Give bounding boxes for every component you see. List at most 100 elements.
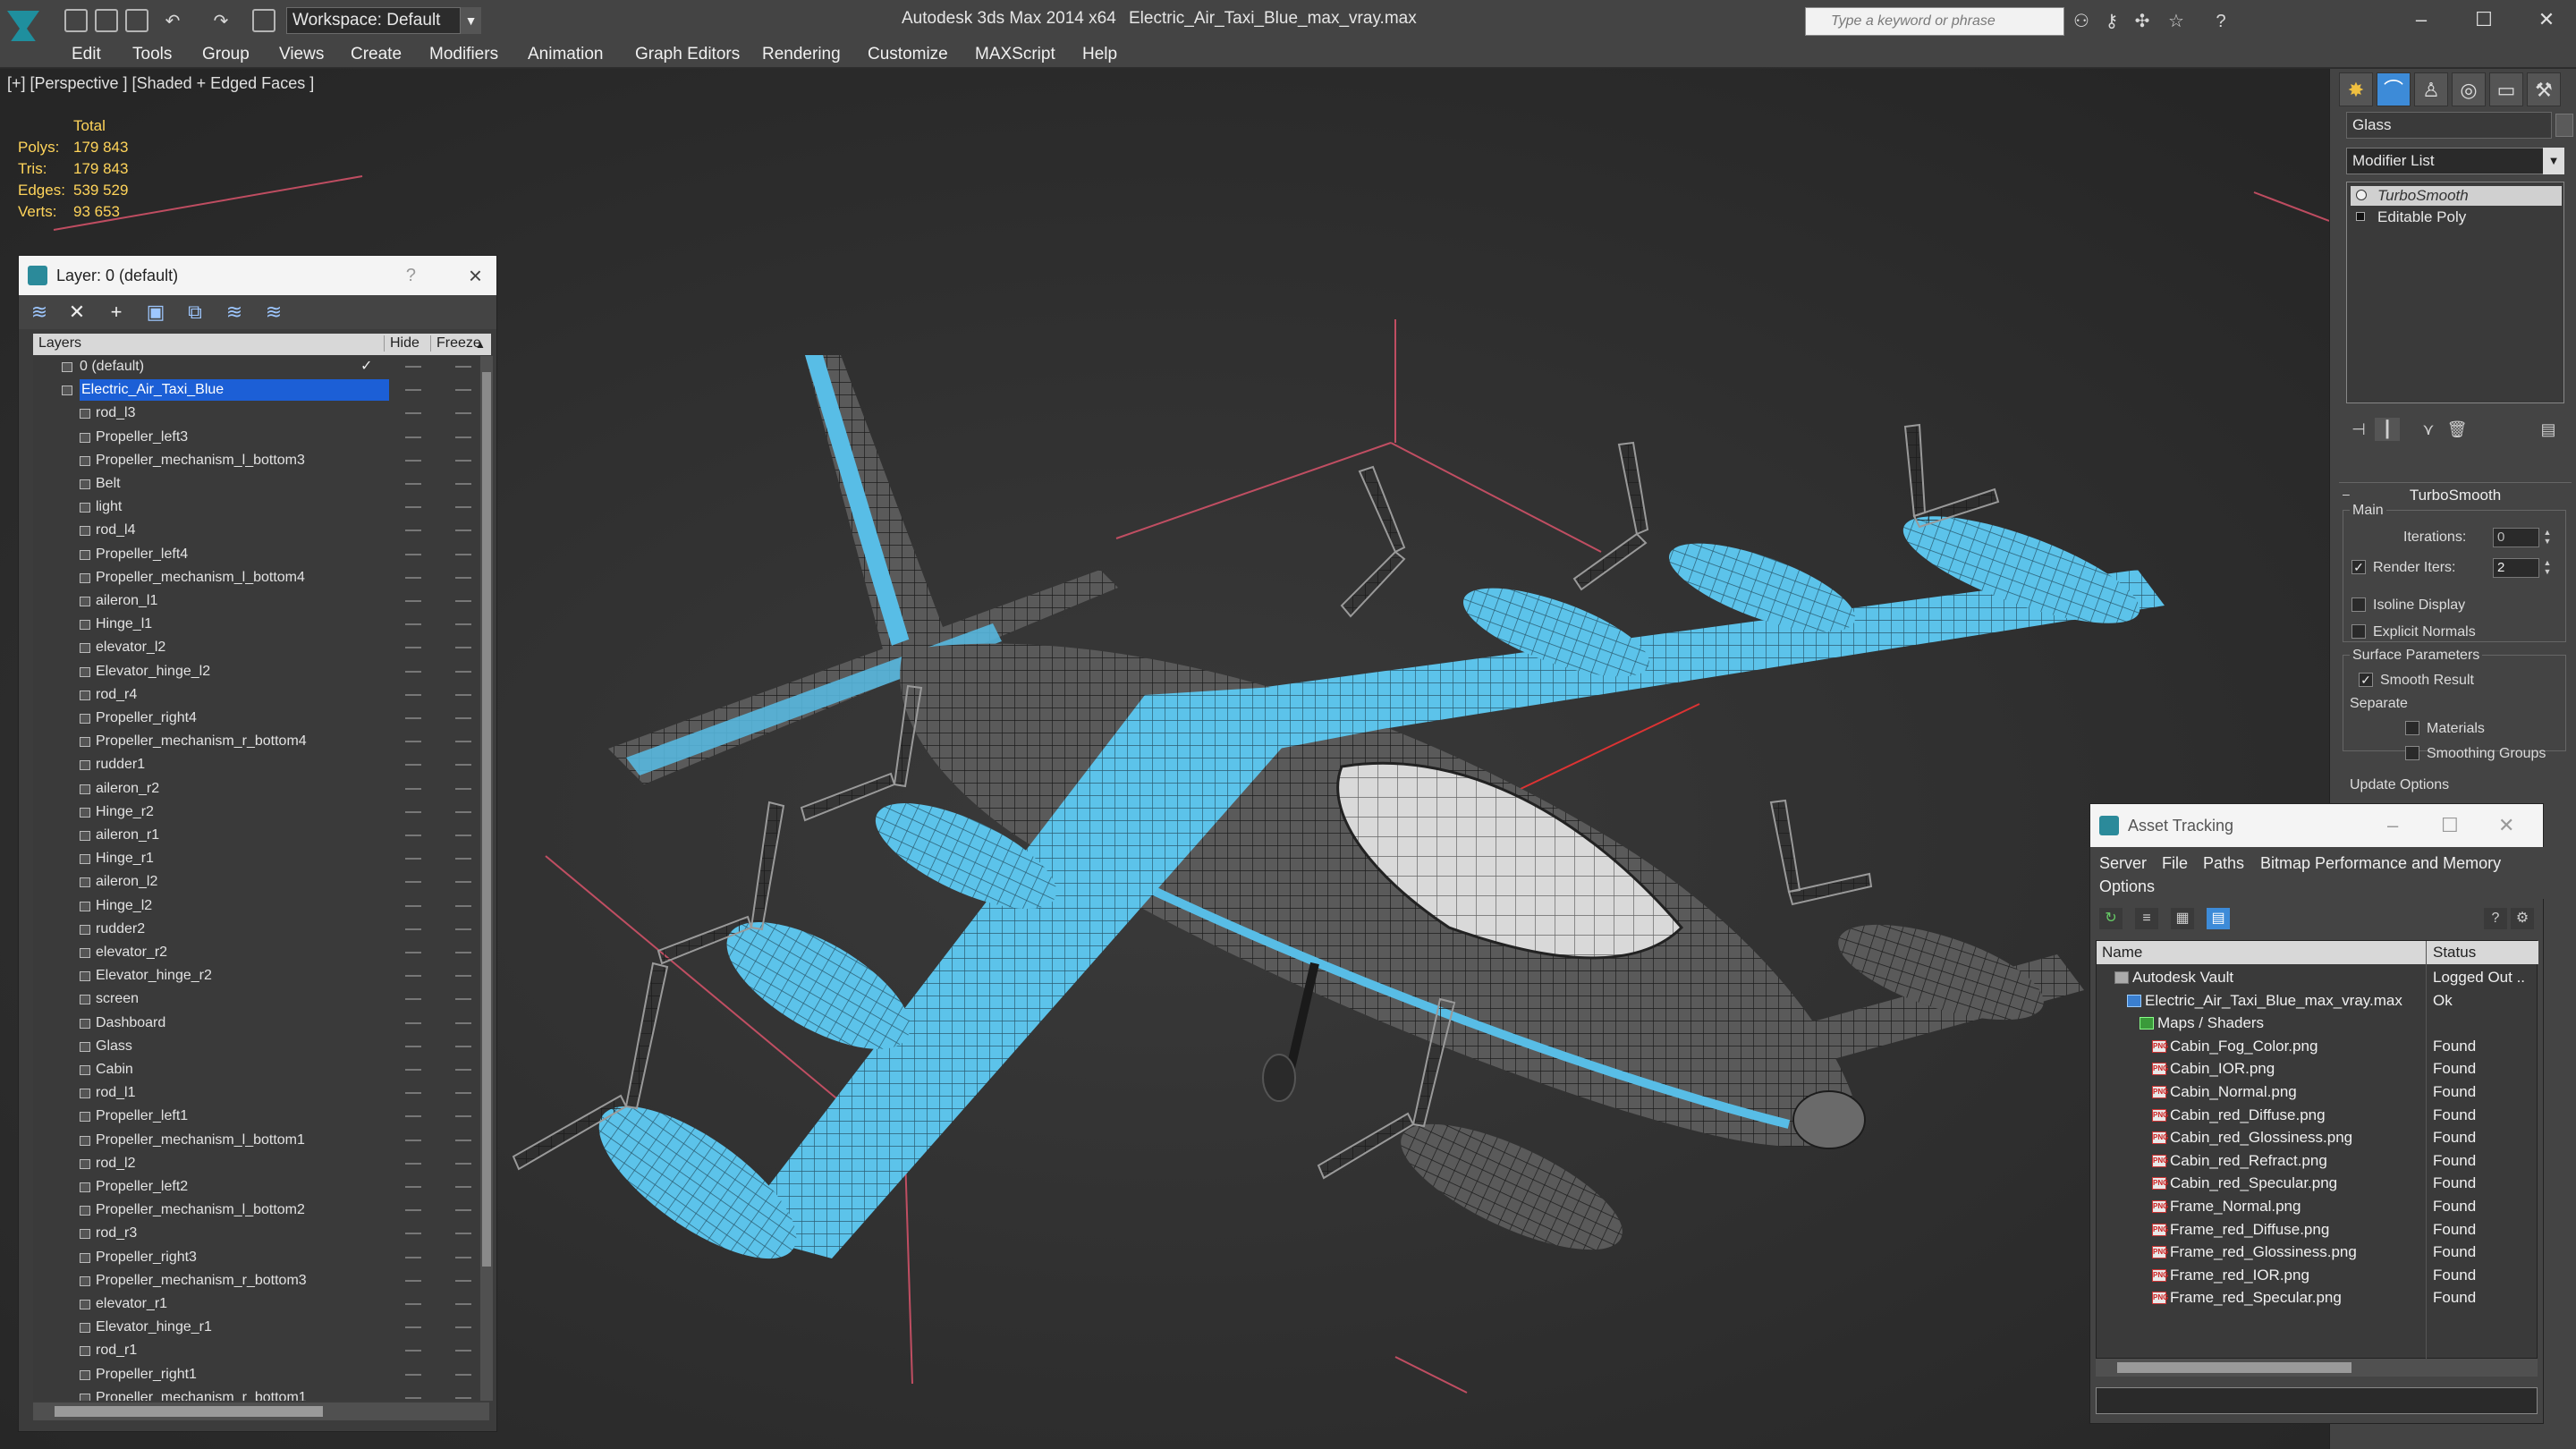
freeze-toggle[interactable]: [455, 1396, 471, 1399]
layer-object-row[interactable]: Elevator_hinge_r2: [33, 965, 480, 987]
layer-object-row[interactable]: Propeller_left2: [33, 1176, 480, 1198]
menu-group[interactable]: Group: [202, 45, 250, 64]
asset-row[interactable]: PNG Cabin_red_Glossiness.png Found: [2097, 1126, 2538, 1148]
configure-modifier-sets-icon[interactable]: ▤: [2536, 418, 2561, 441]
chevron-up-icon[interactable]: ▲: [475, 338, 486, 351]
hide-toggle[interactable]: [405, 810, 421, 813]
asset-row[interactable]: Maps / Shaders: [2097, 1012, 2538, 1034]
hide-toggle[interactable]: [405, 998, 421, 1001]
layer-object-row[interactable]: Propeller_mechanism_l_bottom1: [33, 1130, 480, 1151]
hide-toggle[interactable]: [405, 459, 421, 462]
layer-row-selected[interactable]: Electric_Air_Taxi_Blue: [33, 379, 480, 402]
freeze-toggle[interactable]: [455, 952, 471, 953]
pin-stack-icon[interactable]: ⊣: [2346, 418, 2371, 441]
hide-toggle[interactable]: [405, 366, 421, 368]
column-freeze[interactable]: Freeze: [430, 335, 481, 352]
asset-path-field[interactable]: [2096, 1387, 2538, 1414]
layer-object-row[interactable]: elevator_r2: [33, 942, 480, 963]
menu-customize[interactable]: Customize: [868, 45, 948, 64]
freeze-toggle[interactable]: [455, 1139, 471, 1141]
freeze-toggle[interactable]: [455, 928, 471, 930]
viewport-label[interactable]: [+] [Perspective ] [Shaded + Edged Faces…: [7, 74, 314, 93]
freeze-toggle[interactable]: [455, 1373, 471, 1376]
freeze-toggle[interactable]: [455, 436, 471, 438]
hide-toggle[interactable]: [405, 1186, 421, 1188]
hide-toggle[interactable]: [405, 506, 421, 509]
hide-toggle[interactable]: [405, 1256, 421, 1258]
thumbnail-view-icon[interactable]: ▦: [2171, 908, 2194, 929]
asset-row[interactable]: PNG Frame_red_Diffuse.png Found: [2097, 1218, 2538, 1241]
layer-hscroll-thumb[interactable]: [55, 1406, 323, 1417]
freeze-toggle[interactable]: [455, 600, 471, 602]
asset-row[interactable]: PNG Frame_red_Specular.png Found: [2097, 1286, 2538, 1309]
close-icon[interactable]: ×: [469, 256, 482, 295]
spinner-arrows-icon[interactable]: ▲ ▼: [2541, 558, 2554, 578]
layer-object-row[interactable]: Propeller_mechanism_r_bottom4: [33, 731, 480, 752]
modifier-list-dropdown[interactable]: Modifier List: [2346, 148, 2564, 174]
layer-object-row[interactable]: aileron_l1: [33, 590, 480, 612]
layer-object-row[interactable]: Propeller_right4: [33, 708, 480, 729]
search-input[interactable]: Type a keyword or phrase: [1805, 7, 2064, 36]
chevron-down-icon[interactable]: ▼: [2543, 148, 2564, 174]
layer-object-row[interactable]: Propeller_mechanism_l_bottom4: [33, 567, 480, 589]
asset-row[interactable]: PNG Cabin_red_Diffuse.png Found: [2097, 1104, 2538, 1126]
freeze-toggle[interactable]: [455, 1069, 471, 1071]
smooth-result-checkbox[interactable]: ✓: [2359, 673, 2373, 687]
stack-item-turbosmooth[interactable]: TurboSmooth: [2351, 186, 2562, 206]
hide-toggle[interactable]: [405, 412, 421, 415]
freeze-toggle[interactable]: [455, 998, 471, 1001]
asset-menu-server[interactable]: Server: [2099, 854, 2147, 873]
freeze-toggle[interactable]: [455, 693, 471, 696]
layer-object-row[interactable]: rudder2: [33, 919, 480, 940]
hide-toggle[interactable]: [405, 647, 421, 649]
hide-toggle[interactable]: [405, 928, 421, 930]
layer-object-row[interactable]: elevator_l2: [33, 637, 480, 658]
chevron-down-icon[interactable]: ▼: [460, 7, 481, 34]
hide-toggle[interactable]: [405, 623, 421, 626]
help-icon[interactable]: ?: [406, 256, 416, 295]
hide-toggle[interactable]: [405, 952, 421, 953]
freeze-toggle[interactable]: [455, 904, 471, 907]
layer-object-row[interactable]: rod_l1: [33, 1082, 480, 1104]
asset-row[interactable]: PNG Frame_red_IOR.png Found: [2097, 1264, 2538, 1286]
layer-object-row[interactable]: Hinge_l2: [33, 895, 480, 917]
layer-row-default[interactable]: 0 (default) ✓: [33, 356, 480, 377]
make-unique-icon[interactable]: ⋎: [2416, 418, 2441, 441]
freeze-toggle[interactable]: [455, 483, 471, 485]
redo-icon[interactable]: ↷: [209, 11, 233, 32]
hide-toggle[interactable]: [405, 436, 421, 438]
freeze-toggle[interactable]: [455, 623, 471, 626]
freeze-toggle[interactable]: [455, 741, 471, 743]
freeze-toggle[interactable]: [455, 810, 471, 813]
hide-toggle[interactable]: [405, 600, 421, 602]
hide-toggle[interactable]: [405, 576, 421, 579]
freeze-toggle[interactable]: [455, 881, 471, 884]
expand-box-icon[interactable]: [2356, 212, 2365, 221]
object-color-swatch[interactable]: [2555, 114, 2573, 137]
layer-object-row[interactable]: screen: [33, 988, 480, 1010]
freeze-toggle[interactable]: [455, 1186, 471, 1188]
layer-object-row[interactable]: Propeller_left4: [33, 544, 480, 565]
freeze-toggle[interactable]: [455, 576, 471, 579]
column-status[interactable]: Status: [2433, 944, 2476, 962]
binoculars-icon[interactable]: ⚇: [2070, 11, 2093, 32]
motion-tab-icon[interactable]: ◎: [2452, 72, 2486, 106]
column-layers[interactable]: Layers: [38, 335, 81, 352]
asset-menu-options[interactable]: Options: [2099, 877, 2155, 896]
freeze-toggle[interactable]: [455, 459, 471, 462]
list-view-icon[interactable]: ≡: [2135, 908, 2158, 929]
asset-row[interactable]: PNG Cabin_red_Refract.png Found: [2097, 1149, 2538, 1172]
menu-views[interactable]: Views: [279, 45, 324, 64]
project-folder-icon[interactable]: [252, 9, 275, 32]
object-name-field[interactable]: Glass: [2346, 112, 2552, 139]
layer-object-row[interactable]: Propeller_right3: [33, 1247, 480, 1268]
freeze-toggle[interactable]: [455, 858, 471, 860]
layer-object-row[interactable]: Glass: [33, 1036, 480, 1057]
hide-toggle[interactable]: [405, 553, 421, 555]
freeze-toggle[interactable]: [455, 1279, 471, 1282]
layer-object-row[interactable]: aileron_r2: [33, 778, 480, 800]
help-icon[interactable]: ?: [2484, 908, 2507, 929]
create-tab-icon[interactable]: ✸: [2339, 72, 2373, 106]
undo-icon[interactable]: ↶: [161, 11, 184, 32]
layer-object-row[interactable]: Belt: [33, 473, 480, 495]
